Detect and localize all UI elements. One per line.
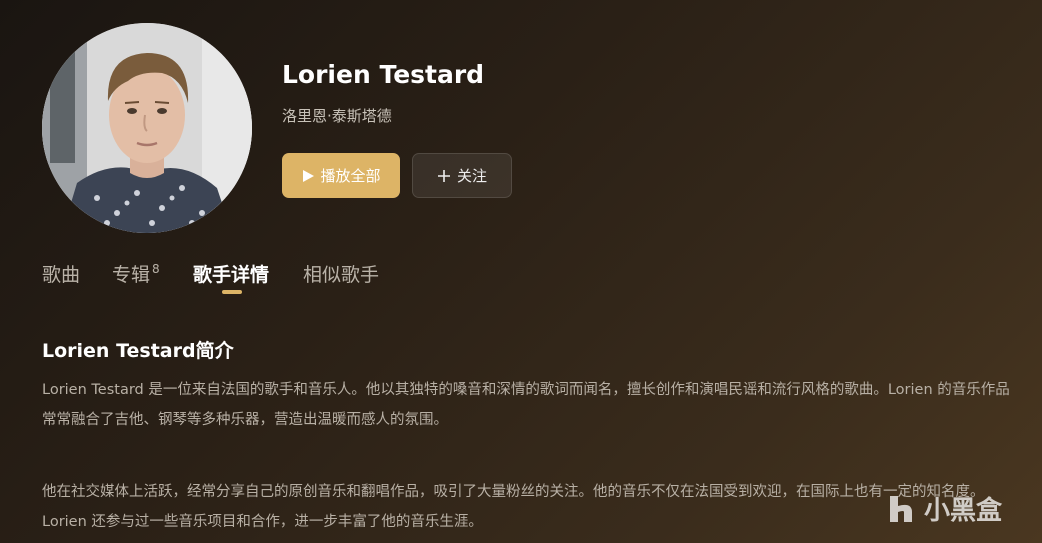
plus-icon [437,169,450,182]
artist-alias: 洛里恩·泰斯塔德 [282,107,392,125]
intro-paragraph: Lorien Testard 是一位来自法国的歌手和音乐人。他以其独特的嗓音和深… [42,382,1010,428]
play-all-button[interactable]: 播放全部 [282,153,400,198]
watermark-text: 小黑盒 [924,496,1003,526]
watermark: 小黑盒 [884,490,1002,527]
album-count-badge: 8 [152,262,160,276]
follow-button[interactable]: 关注 [412,153,512,198]
follow-label: 关注 [456,167,487,185]
artist-avatar [42,23,252,233]
intro-title: Lorien Testard简介 [42,340,234,362]
artist-name: Lorien Testard [282,60,485,89]
intro-paragraph: 他在社交媒体上活跃，经常分享自己的原创音乐和翻唱作品，吸引了大量粉丝的关注。他的… [42,484,985,530]
tab-albums[interactable]: 专辑 8 [112,260,160,287]
artist-photo [42,23,252,233]
tab-label: 相似歌手 [303,264,380,286]
tab-songs[interactable]: 歌曲 [42,260,80,287]
play-icon [303,169,315,182]
tab-label: 歌曲 [42,264,81,286]
tab-similar-artists[interactable]: 相似歌手 [303,260,379,287]
tab-artist-details[interactable]: 歌手详情 [193,260,269,287]
xiaoheihe-logo-icon [890,495,912,522]
active-tab-indicator [222,290,242,294]
tab-label: 专辑 [112,264,151,286]
tab-label: 歌手详情 [193,264,270,286]
play-all-label: 播放全部 [320,167,381,185]
